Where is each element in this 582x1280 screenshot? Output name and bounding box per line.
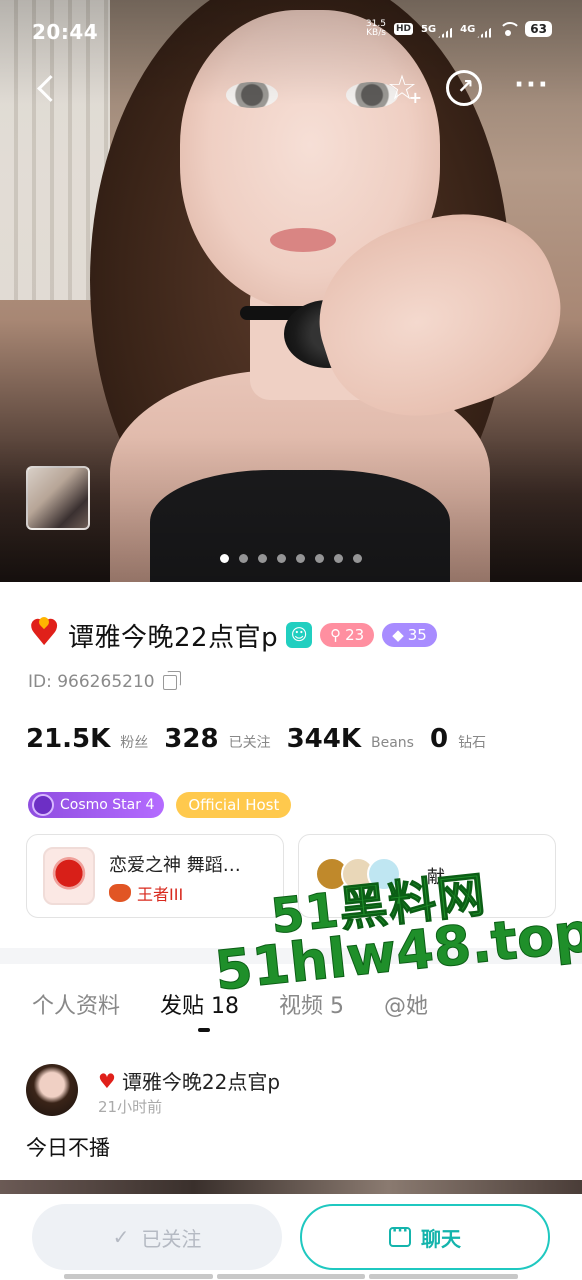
chat-icon xyxy=(389,1223,411,1247)
followed-label: 已关注 xyxy=(141,1226,202,1251)
rank-row: 王者III xyxy=(109,881,183,905)
hd-icon: HD xyxy=(393,23,413,35)
cosmo-star-tag[interactable]: Cosmo Star 4 xyxy=(28,792,165,818)
cosmo-star-label: Cosmo Star 4 xyxy=(60,797,155,813)
post-author-row: ♥ 谭雅今晚22点官p xyxy=(98,1066,280,1095)
tag-row: Cosmo Star 4 Official Host xyxy=(28,792,292,818)
network-speed-unit: KB/s xyxy=(366,28,386,38)
signal-4g-icon: 4G xyxy=(460,23,492,38)
level-badge[interactable]: ⚲ 23 xyxy=(320,623,375,647)
carousel-dot[interactable] xyxy=(296,554,305,563)
signal-bars-icon xyxy=(477,27,492,38)
following-count[interactable]: 328 xyxy=(164,724,218,754)
following-label: 已关注 xyxy=(228,735,271,751)
signal-5g-icon: 5G xyxy=(420,23,453,38)
crest-icon xyxy=(109,884,131,902)
profile-photo-carousel[interactable]: 20:44 31.5 KB/s HD 5G 4G 63 ☆+ ··· xyxy=(0,0,582,582)
battery-icon: 63 xyxy=(525,21,552,37)
post-text: 今日不播 xyxy=(26,1136,110,1160)
back-button[interactable] xyxy=(26,68,66,108)
status-time: 20:44 xyxy=(32,20,99,44)
carousel-dot[interactable] xyxy=(277,554,286,563)
user-id: ID: 966265210 xyxy=(28,672,155,692)
search-level-icon: ⚲ xyxy=(330,626,342,644)
tab-mentions[interactable]: @她 xyxy=(384,988,428,1020)
profile-name: 谭雅今晚22点官p xyxy=(68,622,279,653)
chat-button[interactable]: 聊天 xyxy=(300,1204,550,1270)
favorite-button[interactable]: ☆ + xyxy=(382,68,422,108)
status-bar: 20:44 31.5 KB/s HD 5G 4G 63 xyxy=(0,0,582,60)
signal-4g-label: 4G xyxy=(460,23,476,35)
verified-icon[interactable]: ☺ xyxy=(286,622,313,648)
tab-profile-info[interactable]: 个人资料 xyxy=(32,988,120,1020)
gem-badge[interactable]: ◆ 35 xyxy=(382,623,437,647)
carousel-dots xyxy=(0,554,582,563)
diamond-icon: ◆ xyxy=(392,626,404,644)
beans-label: Beans xyxy=(371,735,414,751)
bottom-action-bar: ✓ 已关注 聊天 xyxy=(0,1194,582,1280)
tree-badge-icon xyxy=(43,847,95,905)
gem-value: 35 xyxy=(407,626,427,644)
video-thumbnail[interactable] xyxy=(26,466,90,530)
card-title: 恋爱之神 舞蹈… xyxy=(109,855,241,876)
avatar[interactable] xyxy=(26,1064,78,1116)
post-author: 谭雅今晚22点官p xyxy=(121,1070,281,1094)
carousel-dot[interactable] xyxy=(239,554,248,563)
signal-5g-label: 5G xyxy=(420,23,437,35)
level-value: 23 xyxy=(345,626,365,644)
network-speed: 31.5 KB/s xyxy=(366,20,386,38)
plus-icon: + xyxy=(408,88,422,107)
rank-label: 王者III xyxy=(137,885,184,904)
official-host-tag[interactable]: Official Host xyxy=(176,792,292,818)
copy-icon[interactable] xyxy=(162,670,181,690)
carousel-dot[interactable] xyxy=(258,554,267,563)
diamonds-count[interactable]: 0 xyxy=(430,724,448,754)
carousel-dot[interactable] xyxy=(353,554,362,563)
wifi-icon xyxy=(499,22,522,36)
carousel-dot[interactable] xyxy=(220,554,229,563)
followers-count[interactable]: 21.5K xyxy=(26,724,110,754)
share-button[interactable] xyxy=(446,70,482,106)
check-icon: ✓ xyxy=(112,1225,130,1249)
carousel-dot[interactable] xyxy=(315,554,324,563)
carousel-dot[interactable] xyxy=(334,554,343,563)
followed-button[interactable]: ✓ 已关注 xyxy=(32,1204,282,1270)
user-id-row: ID: 966265210 xyxy=(28,670,181,692)
diamonds-label: 钻石 xyxy=(458,735,487,751)
signal-bars-icon xyxy=(438,27,453,38)
chat-label: 聊天 xyxy=(421,1226,461,1251)
fire-heart-icon xyxy=(28,613,60,654)
beans-count[interactable]: 344K xyxy=(287,724,361,754)
home-indicator xyxy=(64,1274,519,1279)
cosmo-star-icon xyxy=(32,794,54,816)
love-god-card[interactable]: 恋爱之神 舞蹈… 王者III xyxy=(26,834,284,918)
status-icons: 31.5 KB/s HD 5G 4G 63 xyxy=(366,20,552,38)
stats-row: 21.5K 粉丝 328 已关注 344K Beans 0 钻石 xyxy=(26,724,492,754)
more-button[interactable]: ··· xyxy=(510,68,554,108)
post-time: 21小时前 xyxy=(98,1098,163,1116)
followers-label: 粉丝 xyxy=(120,735,149,751)
fire-heart-icon: ♥ xyxy=(98,1068,116,1093)
post-image-preview[interactable] xyxy=(0,1180,582,1194)
name-row: 谭雅今晚22点官p ☺ ⚲23 ◆35 xyxy=(28,613,437,654)
